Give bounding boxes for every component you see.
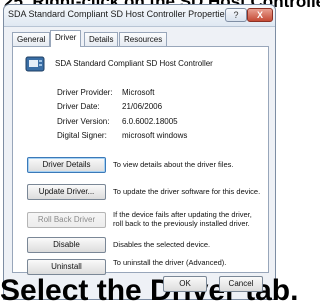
- title-bar: SDA Standard Compliant SD Host Controlle…: [4, 5, 275, 27]
- driver-tab-panel: SDA Standard Compliant SD Host Controlle…: [12, 46, 269, 275]
- driver-version-value: 6.0.6002.18005: [122, 117, 178, 126]
- driver-details-desc: To view details about the driver files.: [113, 160, 234, 169]
- tab-resources[interactable]: Resources: [119, 32, 168, 46]
- properties-dialog: SDA Standard Compliant SD Host Controlle…: [3, 4, 276, 300]
- uninstall-button[interactable]: Uninstall: [27, 259, 106, 275]
- disable-button[interactable]: Disable: [27, 237, 106, 253]
- digital-signer-label: Digital Signer:: [57, 131, 107, 140]
- driver-details-button[interactable]: Driver Details: [27, 157, 106, 173]
- help-button[interactable]: ?: [225, 8, 247, 22]
- close-button[interactable]: X: [247, 8, 273, 22]
- roll-back-driver-desc: If the device fails after updating the d…: [113, 210, 252, 228]
- driver-provider-label: Driver Provider:: [57, 88, 113, 97]
- tab-details[interactable]: Details: [84, 32, 119, 46]
- update-driver-button[interactable]: Update Driver...: [27, 184, 106, 200]
- device-name: SDA Standard Compliant SD Host Controlle…: [55, 59, 213, 68]
- driver-provider-value: Microsoft: [122, 88, 155, 97]
- tab-driver[interactable]: Driver: [50, 30, 82, 47]
- sd-controller-icon: [25, 56, 45, 72]
- tab-general[interactable]: General: [12, 32, 51, 46]
- driver-version-label: Driver Version:: [57, 117, 110, 126]
- update-driver-desc: To update the driver software for this d…: [113, 187, 261, 196]
- window-title: SDA Standard Compliant SD Host Controlle…: [8, 9, 230, 19]
- digital-signer-value: microsoft windows: [122, 131, 188, 140]
- cancel-button[interactable]: Cancel: [219, 276, 263, 292]
- ok-button[interactable]: OK: [163, 276, 207, 292]
- disable-desc: Disables the selected device.: [113, 240, 211, 249]
- driver-date-value: 21/06/2006: [122, 102, 163, 111]
- uninstall-desc: To uninstall the driver (Advanced).: [113, 258, 227, 267]
- driver-date-label: Driver Date:: [57, 102, 100, 111]
- roll-back-driver-button[interactable]: Roll Back Driver: [27, 212, 106, 228]
